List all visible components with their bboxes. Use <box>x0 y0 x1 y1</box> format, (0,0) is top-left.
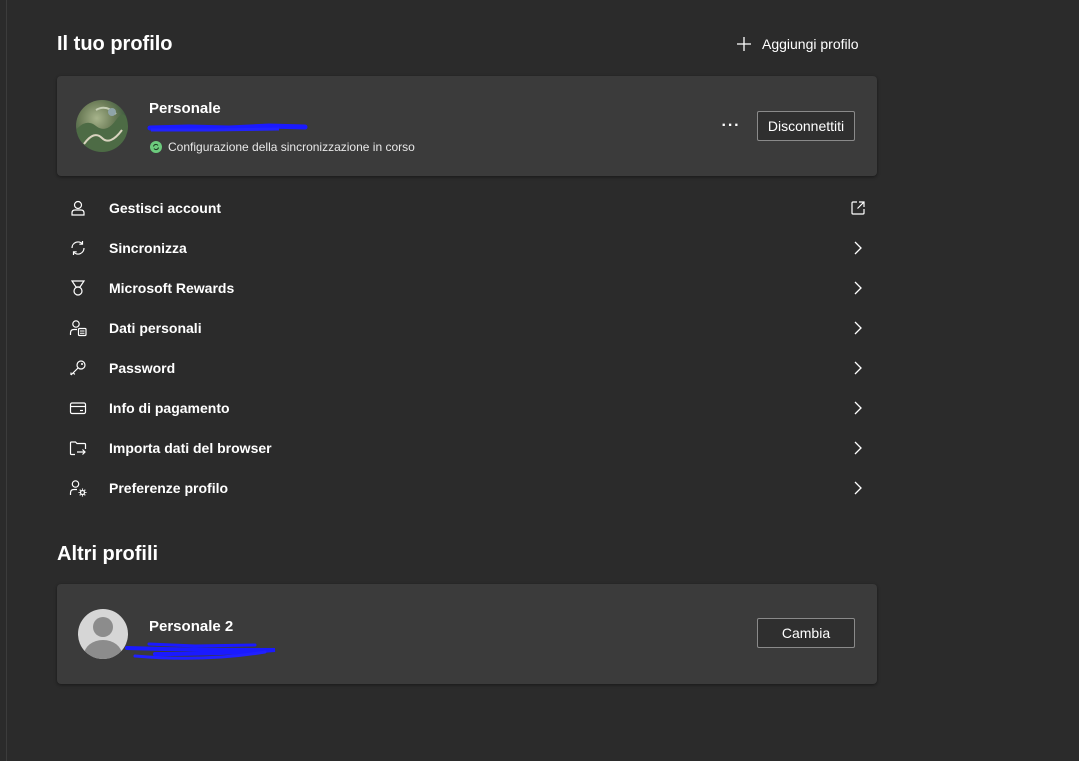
redacted-email <box>147 123 308 132</box>
switch-profile-button[interactable]: Cambia <box>757 618 855 648</box>
chevron-right-icon <box>849 359 867 377</box>
add-profile-label: Aggiungi profilo <box>762 36 859 52</box>
chevron-right-icon <box>849 239 867 257</box>
chevron-right-icon <box>849 399 867 417</box>
chevron-right-icon <box>849 319 867 337</box>
menu-item-label: Importa dati del browser <box>109 440 272 456</box>
profile-settings-icon <box>68 478 88 498</box>
import-icon <box>68 438 88 458</box>
credit-card-icon <box>68 398 88 418</box>
menu-item-label: Microsoft Rewards <box>109 280 235 296</box>
left-divider <box>6 0 7 761</box>
chevron-right-icon <box>849 479 867 497</box>
profile-menu: Gestisci account Sincronizza Microsoft R… <box>57 188 877 508</box>
sync-status-icon <box>150 141 162 153</box>
menu-item-label: Gestisci account <box>109 200 222 216</box>
sync-status-text: Configurazione della sincronizzazione in… <box>168 140 415 154</box>
disconnect-button[interactable]: Disconnettiti <box>757 111 855 141</box>
other-profile-card: Personale 2 Cambia <box>57 584 877 684</box>
section-title-other-profiles: Altri profili <box>57 543 159 565</box>
current-profile-card: Personale Configurazione della sincroniz… <box>57 76 877 176</box>
avatar <box>76 100 128 152</box>
person-icon <box>68 198 88 218</box>
menu-item-payment-info[interactable]: Info di pagamento <box>57 388 877 428</box>
menu-item-manage-account[interactable]: Gestisci account <box>57 188 877 228</box>
menu-item-label: Sincronizza <box>109 240 187 256</box>
plus-icon <box>736 36 752 52</box>
menu-item-password[interactable]: Password <box>57 348 877 388</box>
key-icon <box>68 358 88 378</box>
avatar-landscape-image <box>76 106 128 152</box>
menu-item-profile-preferences[interactable]: Preferenze profilo <box>57 468 877 508</box>
menu-item-microsoft-rewards[interactable]: Microsoft Rewards <box>57 268 877 308</box>
menu-item-personal-info[interactable]: Dati personali <box>57 308 877 348</box>
profile-name: Personale <box>149 100 221 117</box>
menu-item-label: Dati personali <box>109 320 202 336</box>
chevron-right-icon <box>849 279 867 297</box>
menu-item-label: Password <box>109 360 176 376</box>
profile-settings-page: Il tuo profilo Aggiungi profilo Personal… <box>0 0 1079 761</box>
menu-item-import-browser-data[interactable]: Importa dati del browser <box>57 428 877 468</box>
menu-item-label: Info di pagamento <box>109 400 230 416</box>
medal-icon <box>68 278 88 298</box>
more-options-button[interactable]: ··· <box>721 113 741 139</box>
menu-item-label: Preferenze profilo <box>109 480 229 496</box>
redacted-email <box>125 642 276 660</box>
avatar <box>78 609 128 659</box>
chevron-right-icon <box>849 439 867 457</box>
external-link-icon <box>849 199 867 217</box>
personal-info-icon <box>68 318 88 338</box>
sync-icon <box>68 238 88 258</box>
sync-status: Configurazione della sincronizzazione in… <box>150 140 415 154</box>
add-profile-button[interactable]: Aggiungi profilo <box>736 33 859 55</box>
profile-name: Personale 2 <box>149 618 234 635</box>
menu-item-sync[interactable]: Sincronizza <box>57 228 877 268</box>
section-title-your-profile: Il tuo profilo <box>57 33 173 55</box>
